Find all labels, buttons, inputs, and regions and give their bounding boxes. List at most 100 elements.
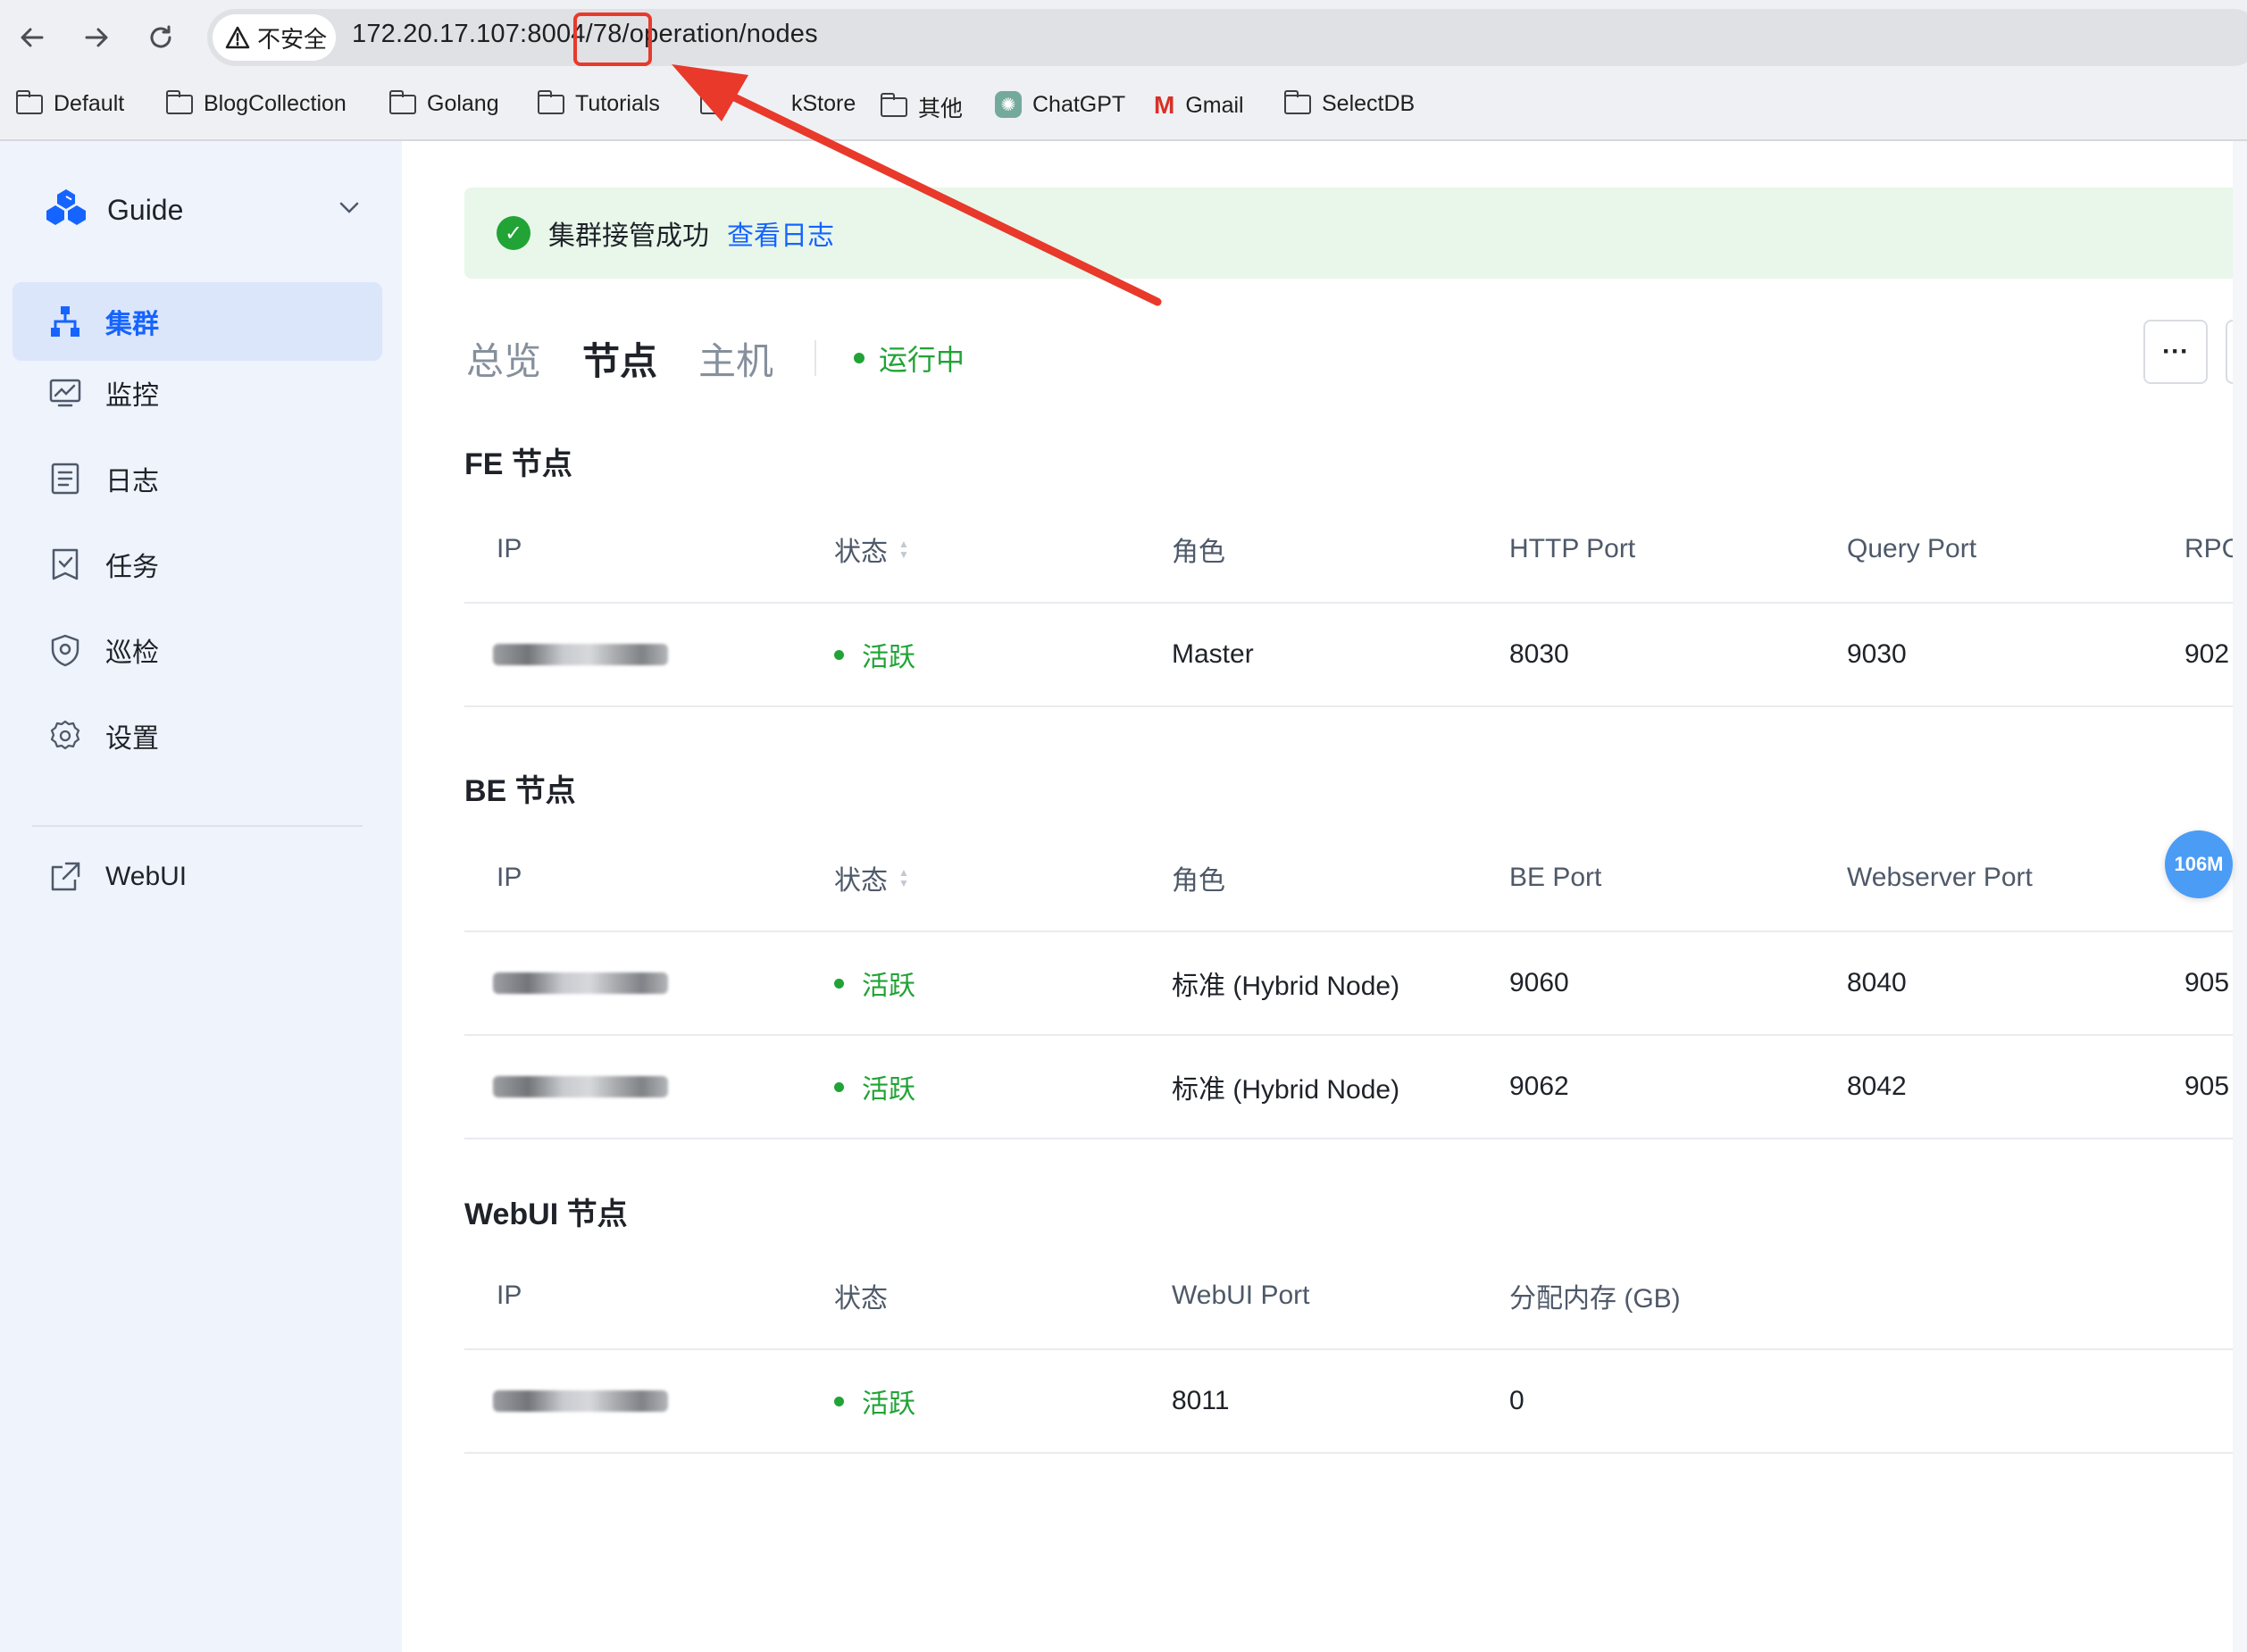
- role-cell: 标准 (Hybrid Node): [1172, 972, 1400, 1001]
- column-header: IP: [497, 1281, 522, 1310]
- folder-icon: [165, 89, 193, 114]
- task-icon: [48, 547, 82, 581]
- sidebar-item-inspect[interactable]: 巡检: [13, 611, 382, 689]
- reload-icon[interactable]: [141, 18, 180, 57]
- bookmark-chatgpt[interactable]: ✺ ChatGPT: [995, 91, 1125, 118]
- column-header: Webserver Port: [1847, 863, 2033, 892]
- redacted-ip: [493, 972, 668, 994]
- bookmark-default[interactable]: Default: [15, 89, 125, 117]
- bookmark-blogcollection[interactable]: BlogCollection: [165, 89, 347, 117]
- column-header: IP: [497, 534, 522, 563]
- column-header: 角色: [1172, 538, 1225, 567]
- sidebar-item-label: 集群: [105, 310, 159, 339]
- sidebar-item-webui[interactable]: WebUI: [13, 838, 382, 916]
- bookmarks-bar: Default BlogCollection Golang Tutorials …: [0, 75, 2247, 141]
- settings-icon: [48, 719, 82, 753]
- bookmark-kstore[interactable]: kStore: [699, 89, 856, 117]
- sidebar-item-log[interactable]: 日志: [13, 439, 382, 518]
- sidebar-item-task[interactable]: 任务: [13, 525, 382, 604]
- rpc-port-cell: 902: [2184, 639, 2230, 669]
- sidebar-divider: [32, 825, 363, 827]
- fe-table: IP 状态 ▲ ▼ 角色 HTTP Port Query Port RPC 活跃 …: [464, 496, 2247, 707]
- chevron-down-icon[interactable]: [339, 196, 359, 220]
- log-icon: [48, 462, 82, 496]
- status-cell: 活跃: [834, 1036, 915, 1138]
- webui-table: IP 状态 WebUI Port 分配内存 (GB) 活跃 8011 0: [464, 1243, 2247, 1454]
- security-chip[interactable]: 不安全: [213, 14, 336, 61]
- page-scrollbar[interactable]: [2233, 141, 2247, 1652]
- column-header: BE Port: [1509, 863, 1602, 892]
- column-header-status[interactable]: 状态 ▲ ▼: [834, 496, 909, 602]
- redacted-ip: [493, 1076, 668, 1097]
- webui-port-cell: 8011: [1172, 1386, 1230, 1415]
- bookmark-other[interactable]: 其他: [880, 91, 964, 123]
- brand-title: Guide: [107, 193, 184, 226]
- external-link-icon: [48, 860, 82, 894]
- status-cell: 活跃: [834, 604, 915, 705]
- chatgpt-icon: ✺: [995, 91, 1022, 118]
- memory-badge[interactable]: 106M: [2165, 830, 2233, 898]
- role-cell: 标准 (Hybrid Node): [1172, 1075, 1400, 1105]
- column-header: 状态: [834, 1284, 888, 1314]
- tab-hosts[interactable]: 主机: [698, 331, 773, 386]
- column-header-status[interactable]: 状态 ▲ ▼: [834, 825, 909, 930]
- status-dot-icon: [854, 353, 865, 363]
- bookmark-label: BlogCollection: [204, 91, 347, 116]
- bookmark-golang[interactable]: Golang: [388, 89, 499, 117]
- tab-nodes[interactable]: 节点: [582, 331, 657, 386]
- bookmark-label: Default: [54, 91, 125, 116]
- sort-icon[interactable]: ▲ ▼: [898, 538, 909, 560]
- ip-cell: [493, 932, 668, 1034]
- warning-icon: [225, 26, 250, 49]
- status-label: 活跃: [862, 1389, 915, 1419]
- sort-icon[interactable]: ▲ ▼: [898, 867, 909, 889]
- folder-icon: [388, 89, 416, 114]
- tab-overview[interactable]: 总览: [466, 331, 541, 386]
- table-row: 活跃 Master 8030 9030 902: [464, 604, 2247, 707]
- brand-switcher[interactable]: Guide: [43, 188, 183, 232]
- bookmark-gmail[interactable]: M Gmail: [1154, 91, 1244, 120]
- sidebar-item-settings[interactable]: 设置: [13, 697, 382, 775]
- tab-bar: 总览 节点 主机 运行中: [466, 327, 965, 389]
- sidebar-item-cluster[interactable]: 集群: [13, 282, 382, 361]
- url-highlight-box: [573, 13, 652, 66]
- column-header: 角色: [1172, 866, 1225, 896]
- more-actions-button[interactable]: ···: [2143, 320, 2208, 384]
- extra-port-cell: 905: [2184, 968, 2230, 997]
- table-row: 活跃 标准 (Hybrid Node) 9060 8040 905: [464, 932, 2247, 1036]
- table-header-row: IP 状态 ▲ ▼ 角色 BE Port Webserver Port: [464, 825, 2247, 932]
- be-table: IP 状态 ▲ ▼ 角色 BE Port Webserver Port 活跃 标准…: [464, 825, 2247, 1139]
- status-dot-icon: [834, 1396, 844, 1406]
- bookmark-tutorials[interactable]: Tutorials: [537, 89, 660, 117]
- ip-cell: [493, 604, 668, 705]
- sidebar-item-label: 巡检: [105, 638, 159, 668]
- security-label: 不安全: [257, 25, 328, 53]
- bookmark-label: Gmail: [1185, 92, 1244, 118]
- status-dot-icon: [834, 978, 844, 989]
- sidebar-item-monitor[interactable]: 监控: [13, 354, 382, 432]
- cluster-status-badge: 运行中: [854, 338, 965, 379]
- alert-message: 集群接管成功: [548, 221, 709, 251]
- bookmark-label: Tutorials: [575, 91, 660, 116]
- back-icon[interactable]: [13, 18, 52, 57]
- column-header: WebUI Port: [1172, 1281, 1310, 1310]
- status-label: 活跃: [862, 972, 915, 1001]
- memory-cell: 0: [1509, 1386, 1524, 1415]
- bookmark-label: Golang: [427, 91, 499, 116]
- status-label: 活跃: [862, 1075, 915, 1105]
- status-dot-icon: [834, 1081, 844, 1092]
- logo-icon: [46, 189, 86, 225]
- status-label: 活跃: [862, 643, 915, 672]
- bookmark-label: 其他: [918, 96, 964, 121]
- tab-divider: [814, 340, 817, 376]
- cluster-status-label: 运行中: [879, 344, 965, 376]
- check-circle-icon: ✓: [497, 216, 530, 250]
- view-log-link[interactable]: 查看日志: [727, 213, 834, 253]
- forward-icon[interactable]: [77, 18, 116, 57]
- cluster-icon: [48, 305, 82, 338]
- bookmark-selectdb[interactable]: SelectDB: [1283, 89, 1415, 117]
- column-header: IP: [497, 863, 522, 892]
- main-content: ✓ 集群接管成功 查看日志 总览 节点 主机 运行中 ··· FE 节点 IP …: [402, 141, 2247, 1652]
- redacted-ip: [493, 1390, 668, 1412]
- column-header: Query Port: [1847, 534, 1977, 563]
